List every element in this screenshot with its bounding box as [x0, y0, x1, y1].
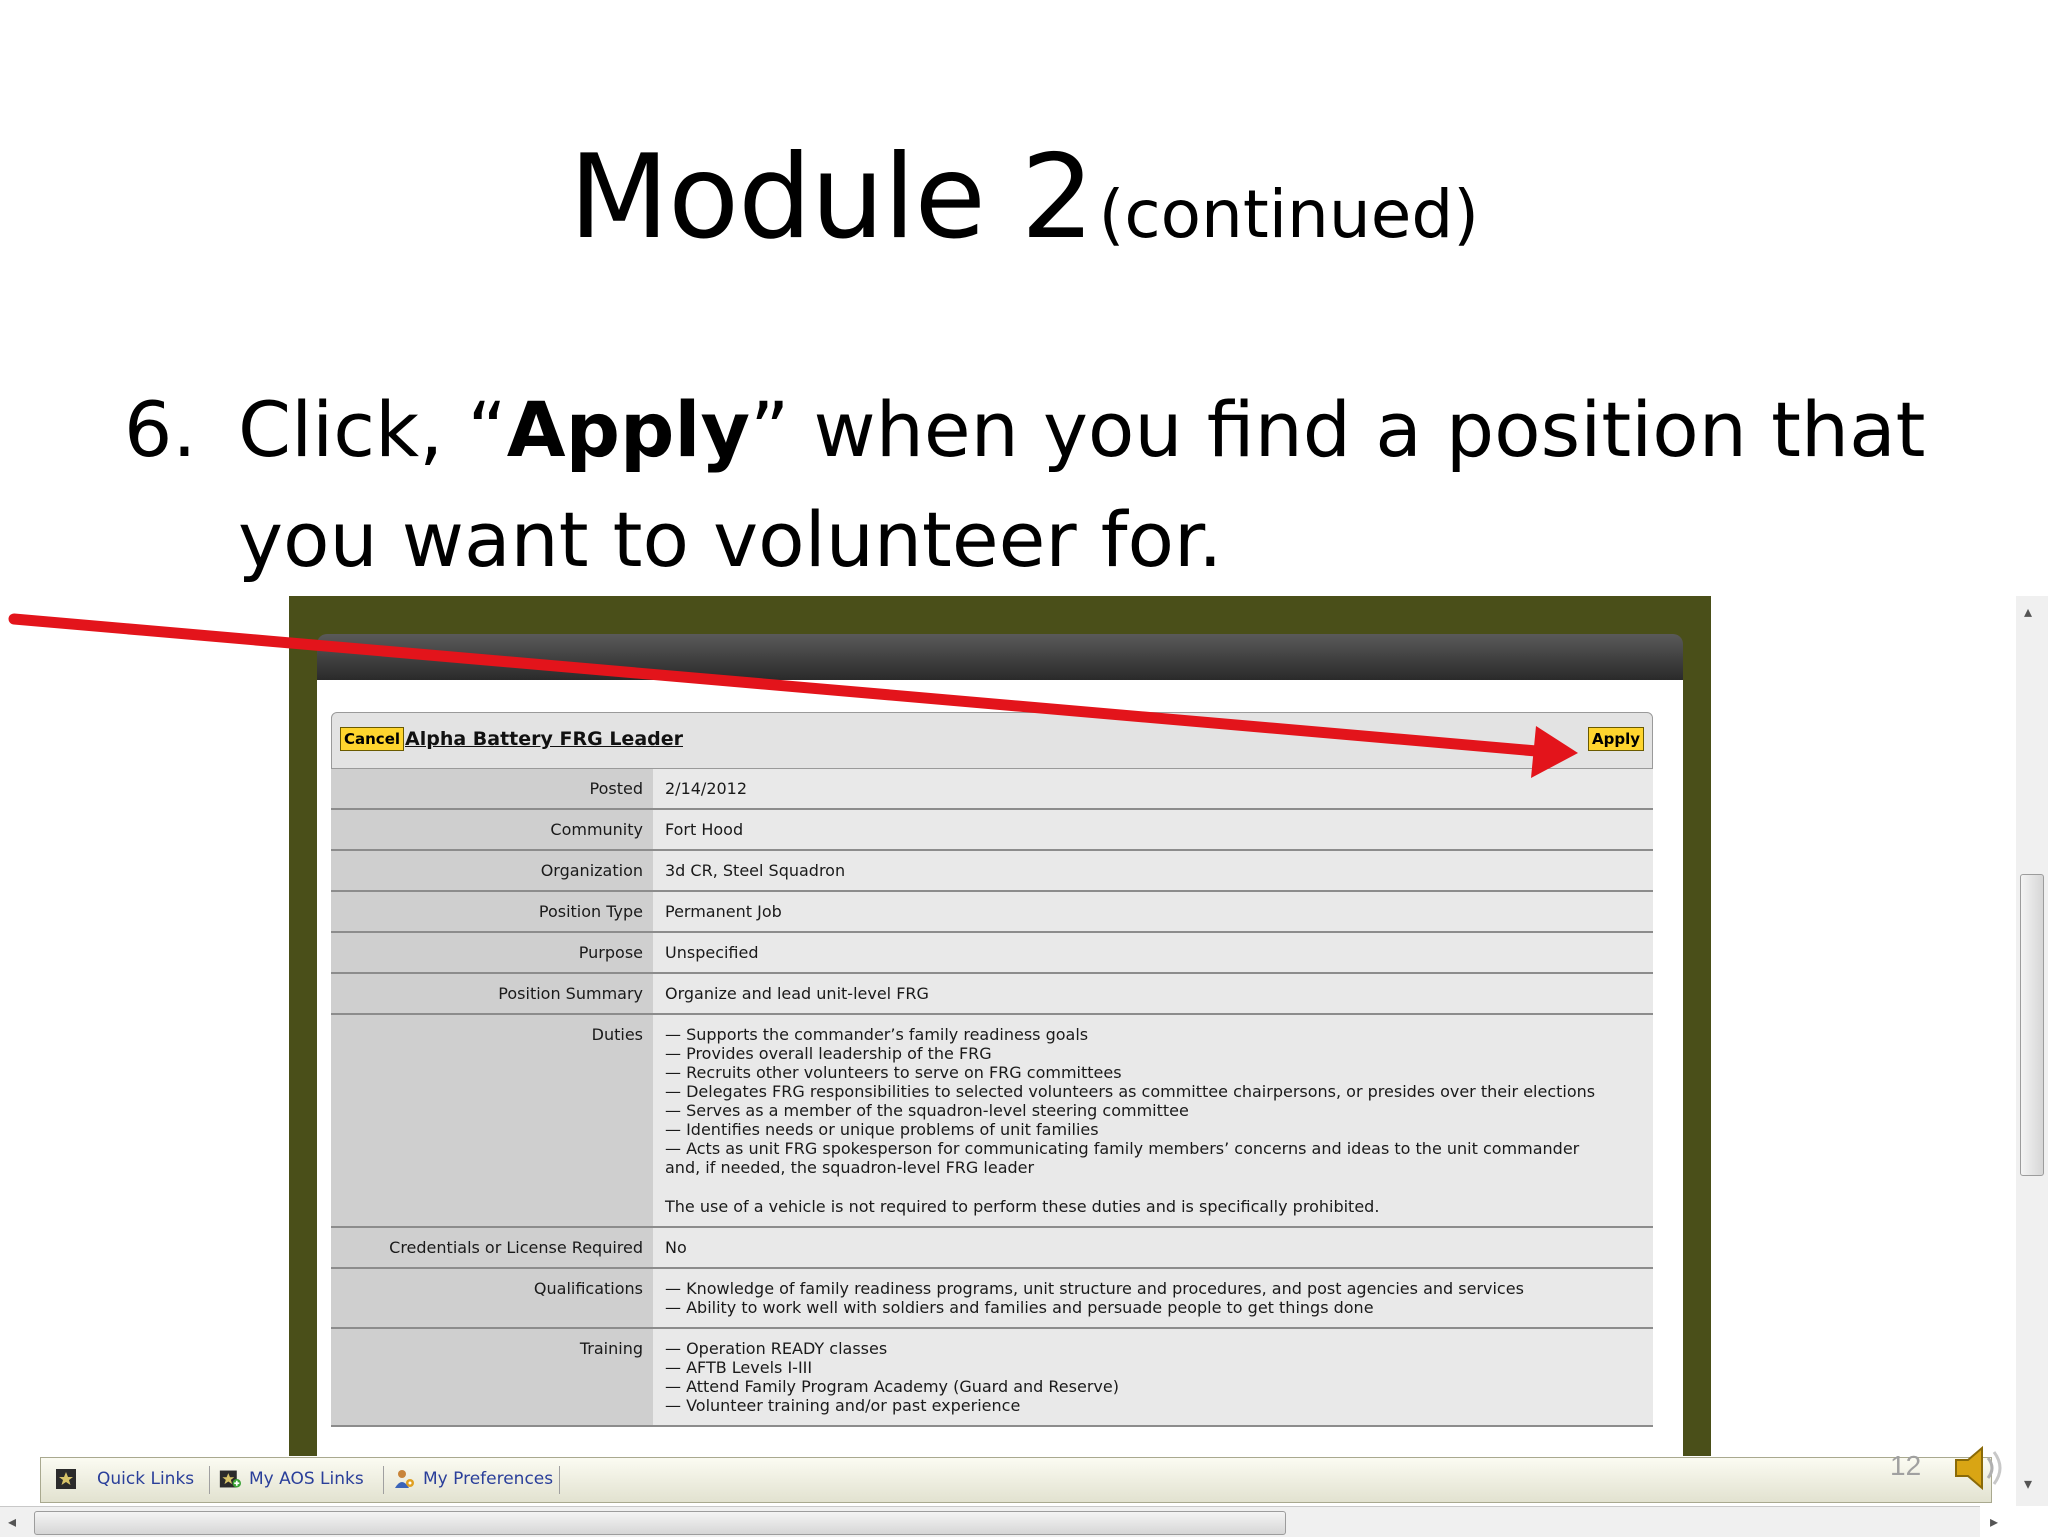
- my-preferences-label: My Preferences: [423, 1469, 554, 1489]
- bottom-toolbar: Quick Links My AOS Links My Preferences: [40, 1457, 1992, 1503]
- scroll-down-icon[interactable]: ▾: [2024, 1474, 2032, 1493]
- quick-links-item[interactable]: Quick Links: [55, 1468, 194, 1490]
- star-add-icon: [219, 1470, 241, 1488]
- vertical-scroll-thumb[interactable]: [2020, 874, 2044, 1176]
- horizontal-scroll-thumb[interactable]: [34, 1511, 1286, 1535]
- horizontal-scrollbar[interactable]: ◂ ▸: [0, 1506, 1998, 1537]
- my-aos-links-label: My AOS Links: [249, 1469, 364, 1489]
- my-aos-links-item[interactable]: My AOS Links: [219, 1468, 364, 1490]
- arrow-shaft: [8, 613, 1554, 758]
- toolbar-divider: [209, 1466, 210, 1494]
- scroll-right-icon[interactable]: ▸: [1990, 1512, 1998, 1531]
- quick-links-label: Quick Links: [97, 1469, 195, 1489]
- my-preferences-item[interactable]: My Preferences: [393, 1468, 553, 1490]
- toolbar-divider: [383, 1466, 384, 1494]
- slide-page-number: 12: [1890, 1450, 1922, 1481]
- vertical-scrollbar[interactable]: ▴ ▾: [2016, 596, 2048, 1506]
- user-preferences-icon: [395, 1470, 414, 1488]
- red-arrow-annotation: [8, 613, 1578, 778]
- scroll-left-icon[interactable]: ◂: [8, 1512, 16, 1531]
- star-icon: [56, 1469, 76, 1489]
- toolbar-divider: [559, 1466, 560, 1494]
- speaker-icon[interactable]: [1952, 1440, 2012, 1496]
- arrow-head: [1531, 726, 1578, 778]
- scroll-up-icon[interactable]: ▴: [2024, 602, 2032, 621]
